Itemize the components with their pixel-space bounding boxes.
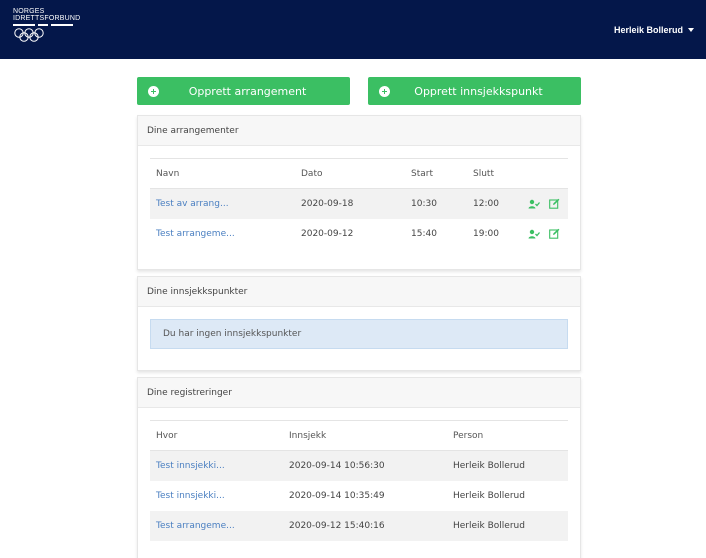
create-checkpoint-button[interactable]: Opprett innsjekkspunkt — [368, 77, 581, 105]
user-check-icon[interactable] — [528, 229, 540, 239]
registration-location-link[interactable]: Test innsjekki... — [156, 491, 225, 501]
event-link[interactable]: Test arrangeme... — [156, 229, 235, 239]
registration-checkin: 2020-09-12 15:40:16 — [283, 510, 447, 541]
table-row: Test innsjekki... 2020-09-14 10:56:30 He… — [150, 450, 568, 481]
column-header-name: Navn — [150, 158, 295, 189]
logo-line-2: IDRETTSFORBUND — [13, 15, 81, 22]
registrations-card-title: Dine registreringer — [138, 378, 580, 408]
event-end: 19:00 — [473, 228, 499, 239]
caret-down-icon — [688, 28, 694, 32]
registration-person: Herleik Bollerud — [447, 450, 568, 481]
nif-logo[interactable]: NORGES IDRETTSFORBUND — [13, 8, 80, 42]
registration-checkin: 2020-09-14 10:35:49 — [289, 490, 385, 501]
user-menu-dropdown[interactable]: Herleik Bollerud — [614, 25, 694, 35]
registrations-table: Hvor Innsjekk Person Test innsjekki... 2… — [150, 420, 568, 541]
top-navbar: NORGES IDRETTSFORBUND Herleik Bollerud — [0, 0, 706, 59]
edit-icon[interactable] — [549, 198, 560, 209]
events-card-title: Dine arrangementer — [138, 116, 580, 146]
registration-location-link[interactable]: Test arrangeme... — [156, 521, 235, 531]
registrations-card: Dine registreringer Hvor Innsjekk Person… — [137, 377, 581, 558]
event-end: 12:00 — [467, 188, 522, 219]
table-row: Test innsjekki... 2020-09-14 10:35:49 He… — [150, 481, 568, 511]
plus-circle-icon — [379, 85, 390, 97]
registration-person: Herleik Bollerud — [453, 490, 525, 501]
table-row: Test arrangeme... 2020-09-12 15:40:16 He… — [150, 510, 568, 541]
column-header-end: Slutt — [467, 158, 522, 189]
column-header-actions — [522, 158, 568, 189]
column-header-where: Hvor — [150, 420, 283, 451]
logo-line-1: NORGES — [13, 8, 45, 15]
edit-icon[interactable] — [549, 228, 560, 239]
event-start: 15:40 — [411, 228, 437, 239]
event-date: 2020-09-12 — [301, 228, 354, 239]
user-check-icon[interactable] — [528, 199, 540, 209]
column-header-checkin: Innsjekk — [283, 420, 447, 451]
create-event-label: Opprett arrangement — [188, 84, 307, 98]
column-header-person: Person — [447, 420, 568, 451]
olympic-rings-icon — [14, 28, 44, 42]
event-date: 2020-09-18 — [295, 188, 405, 219]
registration-location-link[interactable]: Test innsjekki... — [156, 461, 225, 471]
create-event-button[interactable]: Opprett arrangement — [137, 77, 350, 105]
column-header-start: Start — [405, 158, 467, 189]
create-checkpoint-label: Opprett innsjekkspunkt — [414, 84, 543, 98]
checkpoints-card-title: Dine innsjekkspunkter — [138, 277, 580, 307]
event-link[interactable]: Test av arrang... — [156, 199, 229, 209]
checkpoints-card: Dine innsjekkspunkter Du har ingen innsj… — [137, 276, 581, 371]
registration-checkin: 2020-09-14 10:56:30 — [283, 450, 447, 481]
events-table: Navn Dato Start Slutt Test av arrang... … — [150, 158, 568, 249]
events-card: Dine arrangementer Navn Dato Start Slutt… — [137, 115, 581, 270]
logo-bars — [13, 24, 80, 26]
empty-checkpoints-alert: Du har ingen innsjekkspunkter — [150, 319, 568, 349]
registration-person: Herleik Bollerud — [447, 510, 568, 541]
column-header-date: Dato — [295, 158, 405, 189]
table-row: Test av arrang... 2020-09-18 10:30 12:00 — [150, 188, 568, 219]
plus-circle-icon — [148, 85, 159, 97]
table-row: Test arrangeme... 2020-09-12 15:40 19:00 — [150, 219, 568, 249]
event-start: 10:30 — [405, 188, 467, 219]
user-name: Herleik Bollerud — [613, 25, 683, 35]
